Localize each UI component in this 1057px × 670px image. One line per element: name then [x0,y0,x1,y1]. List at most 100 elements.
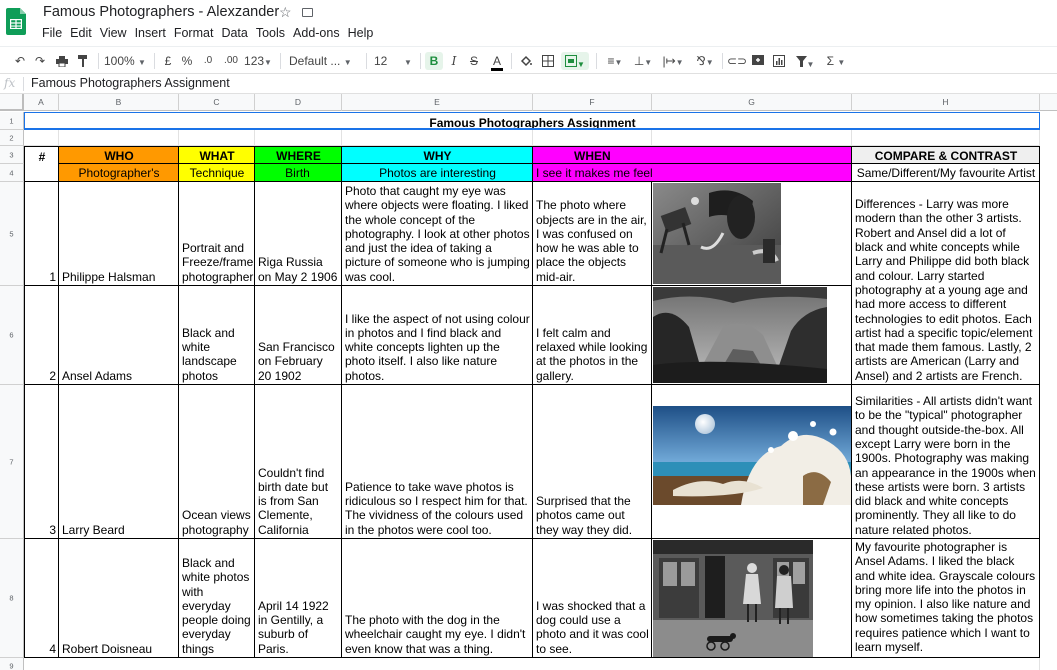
insert-comment-icon[interactable] [750,52,766,70]
cell-number[interactable]: 3 [24,385,59,539]
font-size-select[interactable]: 12 ▼ [374,52,416,70]
grid-cell[interactable] [59,130,179,146]
header-who[interactable]: WHO [59,146,179,164]
borders-icon[interactable] [540,52,556,70]
menu-edit[interactable]: Edit [70,26,97,40]
grid-cell[interactable] [179,130,255,146]
menu-insert[interactable]: Insert [135,26,171,40]
cell-similarities[interactable]: Similarities - All artists didn't want t… [852,385,1040,539]
row-header-1[interactable]: 1 [0,112,24,130]
subheader-what[interactable]: Technique [179,164,255,182]
cell-when[interactable]: I was shocked that a dog could use a pho… [533,539,652,658]
cell-photographer-name[interactable]: Robert Doisneau [59,539,179,658]
column-header-d[interactable]: D [255,94,342,111]
sheets-logo-icon[interactable] [6,8,26,35]
vertical-align-icon[interactable]: ⊥▼ [631,52,655,70]
cell-technique[interactable]: Portrait and Freeze/frame photographer [179,182,255,286]
cell-birth[interactable]: April 14 1922 in Gentilly, a suburb of P… [255,539,342,658]
header-number[interactable]: # [24,146,59,182]
horizontal-align-icon[interactable]: ≡▼ [603,52,627,70]
cell-number[interactable]: 2 [24,286,59,385]
cell-number[interactable]: 4 [24,539,59,658]
paint-format-icon[interactable] [75,52,91,70]
cell-why[interactable]: Patience to take wave photos is ridiculo… [342,385,533,539]
cell-when[interactable]: Surprised that the photos came out they … [533,385,652,539]
cell-technique[interactable]: Black and white photos with everyday peo… [179,539,255,658]
menu-view[interactable]: View [100,26,132,40]
zoom-select[interactable]: 100% ▼ [104,52,146,70]
photo-doisneau-street[interactable] [653,540,813,657]
cell-technique[interactable]: Black and white landscape photos [179,286,255,385]
subheader-who[interactable]: Photographer's Name [59,164,179,182]
cell-number[interactable]: 1 [24,182,59,286]
formula-input[interactable]: Famous Photographers Assignment [31,76,230,90]
subheader-compare[interactable]: Same/Different/My favourite Artist [852,164,1040,182]
header-when[interactable]: WHEN [533,146,852,164]
row-header-2[interactable]: 2 [0,130,24,146]
cell-birth[interactable]: Riga Russia on May 2 1906 [255,182,342,286]
cell-photographer-name[interactable]: Ansel Adams [59,286,179,385]
sheet-title-cell[interactable]: Famous Photographers Assignment [24,112,1040,130]
subheader-why[interactable]: Photos are interesting [342,164,533,182]
font-family-select[interactable]: Default ... ▼ [289,52,359,70]
increase-decimal-button[interactable]: .00 [220,52,242,70]
print-icon[interactable] [54,52,70,70]
subheader-where[interactable]: Birth date/place [255,164,342,182]
header-where[interactable]: WHERE [255,146,342,164]
grid-cell[interactable] [533,130,652,146]
menu-format[interactable]: Format [174,26,219,40]
photo-beard-ocean-wave[interactable] [653,406,851,505]
grid-cell[interactable] [852,130,1040,146]
cell-photographer-name[interactable]: Philippe Halsman [59,182,179,286]
photo-adams-landscape[interactable] [653,287,827,383]
merge-cells-icon[interactable]: ▼ [561,52,589,70]
strikethrough-button[interactable]: S [467,52,481,70]
row-header-8[interactable]: 8 [0,539,24,658]
column-header-e[interactable]: E [342,94,533,111]
redo-icon[interactable]: ↷ [32,52,48,70]
header-why[interactable]: WHY [342,146,533,164]
menu-tools[interactable]: Tools [256,26,290,40]
menu-data[interactable]: Data [221,26,252,40]
insert-chart-icon[interactable] [771,52,787,70]
italic-button[interactable]: I [447,52,461,70]
bold-button[interactable]: B [425,52,443,70]
column-header-f[interactable]: F [533,94,652,111]
text-wrapping-icon[interactable]: |↦▼ [660,52,686,70]
filter-icon[interactable]: ▼ [792,52,818,70]
grid-cell[interactable] [24,658,1040,670]
row-header-3[interactable]: 3 [0,146,24,164]
photo-halsman-floating-objects[interactable] [653,183,781,284]
row-header-6[interactable]: 6 [0,286,24,385]
column-header-h[interactable]: H [852,94,1040,111]
menu-add-ons[interactable]: Add-ons [293,26,345,40]
row-header-4[interactable]: 4 [0,164,24,182]
column-header-a[interactable]: A [24,94,59,111]
star-icon[interactable]: ☆ [279,4,292,21]
cell-technique[interactable]: Ocean views photography [179,385,255,539]
row-header-7[interactable]: 7 [0,385,24,539]
cell-why[interactable]: Photo that caught my eye was where objec… [342,182,533,286]
cell-when[interactable]: I felt calm and relaxed while looking at… [533,286,652,385]
select-all-corner[interactable] [0,94,24,111]
grid-cell[interactable] [255,130,342,146]
text-color-button[interactable]: A [489,52,505,71]
cell-why[interactable]: The photo with the dog in the wheelchair… [342,539,533,658]
cell-birth[interactable]: Couldn't find birth date but is from San… [255,385,342,539]
insert-link-icon[interactable]: ⊂⊃ [727,52,747,70]
decrease-decimal-button[interactable]: .0 [199,52,217,70]
grid-cell[interactable] [24,130,59,146]
text-rotation-icon[interactable]: ⅋▼ [692,52,718,70]
grid-cell[interactable] [652,130,852,146]
move-folder-icon[interactable] [302,8,313,17]
cell-when[interactable]: The photo where objects are in the air, … [533,182,652,286]
percent-button[interactable]: % [180,52,194,70]
fill-color-icon[interactable] [518,52,534,70]
undo-icon[interactable]: ↶ [12,52,28,70]
row-header-9[interactable]: 9 [0,658,24,670]
menu-file[interactable]: File [42,26,67,40]
column-header-c[interactable]: C [179,94,255,111]
functions-icon[interactable]: Σ ▼ [824,52,848,70]
header-what[interactable]: WHAT [179,146,255,164]
more-formats-select[interactable]: 123▼ [243,52,273,70]
